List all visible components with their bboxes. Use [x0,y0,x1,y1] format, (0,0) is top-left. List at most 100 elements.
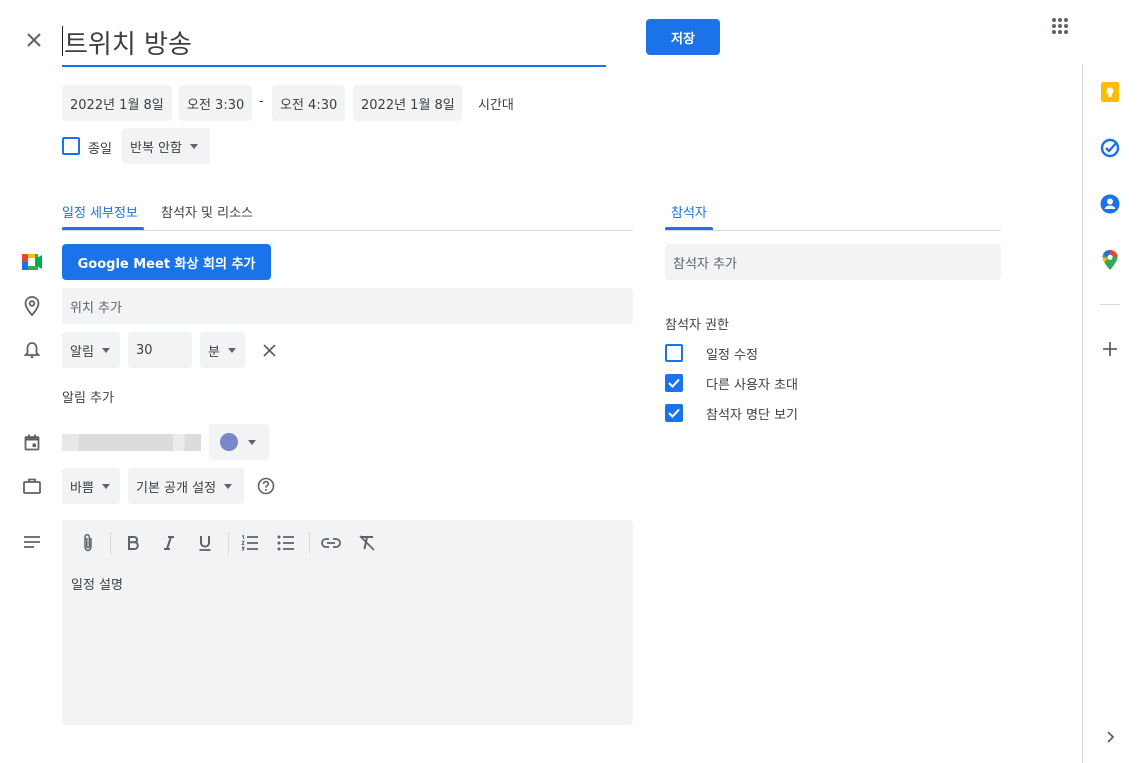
description-placeholder: 일정 설명 [71,578,123,593]
italic-button[interactable] [157,531,181,555]
notification-unit-dropdown[interactable]: 분 [200,332,245,368]
google-tasks-icon [1100,138,1120,158]
location-pin-icon [22,295,42,317]
attach-button[interactable] [76,531,100,555]
location-input[interactable]: 위치 추가 [62,288,633,324]
chevron-down-icon [224,483,233,489]
start-date-field[interactable]: 2022년 1월 8일 [62,85,172,121]
title-text: 트위치 방송 [64,30,192,60]
checkmark-icon [668,408,680,418]
link-icon [321,538,341,548]
notification-type-dropdown[interactable]: 알림 [62,332,120,368]
bulleted-list-icon [277,535,294,551]
bulleted-list-button[interactable] [274,531,298,555]
event-color-dropdown[interactable] [209,424,269,460]
tabs-divider [62,230,633,231]
tab-guests[interactable]: 참석자 [671,202,707,221]
close-button[interactable] [22,28,46,52]
add-google-meet-button[interactable]: Google Meet 화상 회의 추가 [62,244,271,280]
tab-guests-resources[interactable]: 참석자 및 리소스 [161,202,253,221]
end-date-text: 2022년 1월 8일 [361,97,455,113]
remove-notification-button[interactable] [258,339,280,361]
italic-icon [164,536,174,550]
end-date-field[interactable]: 2022년 1월 8일 [353,85,462,121]
visibility-dropdown[interactable]: 기본 공개 설정 [128,468,244,504]
clear-formatting-button[interactable] [355,531,379,555]
end-time-text: 오전 4:30 [280,97,338,113]
chevron-down-icon [227,347,236,353]
expand-side-panel-button[interactable] [1098,725,1122,749]
apps-button[interactable] [1048,14,1072,38]
close-icon [27,33,41,47]
help-button[interactable] [256,476,276,496]
title-input[interactable]: 트위치 방송 [62,20,606,67]
maps-app-button[interactable] [1098,248,1122,272]
title-caret [62,26,63,56]
plus-icon [1103,342,1117,356]
google-contacts-icon [1100,194,1120,214]
add-google-meet-label: Google Meet 화상 회의 추가 [77,256,256,272]
start-time-text: 오전 3:30 [187,97,245,113]
chevron-down-icon [189,143,198,149]
side-panel-divider [1100,304,1120,305]
help-icon [257,477,275,495]
google-meet-icon [22,252,42,272]
all-day-label: 종일 [88,142,112,157]
notification-type-text: 알림 [70,344,94,360]
chevron-down-icon [101,347,110,353]
checkmark-icon [668,378,680,388]
repeat-text: 반복 안함 [130,140,182,156]
toolbar-divider [309,532,310,554]
notification-unit-text: 분 [208,344,220,360]
tasks-app-button[interactable] [1098,136,1122,160]
save-button-label: 저장 [671,31,695,47]
event-color-swatch [220,433,238,451]
side-panel [1082,64,1137,763]
guest-permissions-title: 참석자 권한 [665,318,729,333]
start-time-field[interactable]: 오전 3:30 [179,85,252,121]
description-editor[interactable] [62,520,633,725]
repeat-dropdown[interactable]: 반복 안함 [122,128,210,164]
apps-grid-icon [1052,18,1068,34]
start-date-text: 2022년 1월 8일 [70,97,164,113]
toolbar-divider [110,532,111,554]
add-guests-placeholder: 참석자 추가 [673,256,737,272]
chevron-right-icon [1107,731,1115,743]
permission-invite-label: 다른 사용자 초대 [706,378,798,393]
add-notification-link[interactable]: 알림 추가 [62,387,114,406]
availability-dropdown[interactable]: 바쁨 [62,468,120,504]
permission-invite-checkbox[interactable] [665,374,683,392]
location-placeholder: 위치 추가 [70,300,122,316]
permission-see-list-checkbox[interactable] [665,404,683,422]
description-icon [22,532,42,552]
timezone-link[interactable]: 시간대 [478,94,514,113]
google-maps-icon [1102,250,1118,270]
permission-modify-checkbox[interactable] [665,344,683,362]
chevron-down-icon [248,439,256,445]
calendar-owner-redacted [62,434,201,451]
end-time-field[interactable]: 오전 4:30 [272,85,345,121]
add-guests-input[interactable]: 참석자 추가 [665,244,1001,280]
insert-link-button[interactable] [319,531,343,555]
calendar-icon [22,432,42,452]
time-separator: - [259,94,264,109]
notification-value-input[interactable]: 30 [128,332,192,368]
numbered-list-button[interactable] [238,531,262,555]
briefcase-icon [22,476,42,496]
keep-app-button[interactable] [1098,80,1122,104]
contacts-app-button[interactable] [1098,192,1122,216]
bold-button[interactable] [121,531,145,555]
save-button[interactable]: 저장 [646,19,720,55]
guests-divider [665,230,1001,231]
bold-icon [128,536,139,550]
underline-button[interactable] [193,531,217,555]
all-day-checkbox[interactable] [62,137,80,155]
get-addons-button[interactable] [1098,337,1122,361]
google-keep-icon [1101,82,1119,102]
numbered-list-icon [241,535,258,551]
paperclip-icon [84,534,92,552]
availability-text: 바쁨 [70,480,94,496]
notification-value-text: 30 [136,342,153,358]
tab-event-details[interactable]: 일정 세부정보 [62,202,138,221]
permission-see-list-label: 참석자 명단 보기 [706,408,798,423]
